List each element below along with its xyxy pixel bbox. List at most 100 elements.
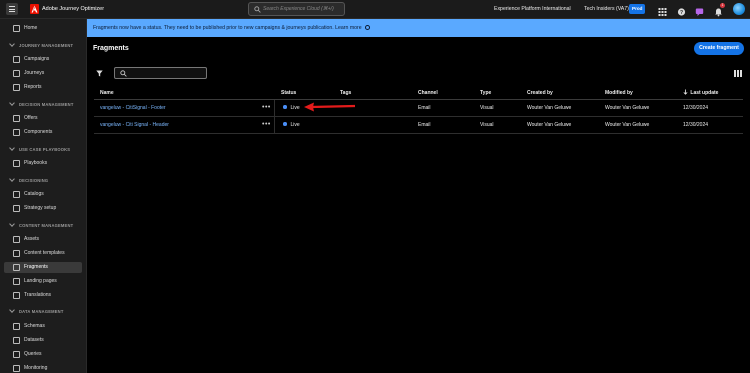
sidebar-item-landing-pages[interactable]: Landing pages [4,276,82,287]
section-content-management[interactable]: CONTENT MANAGEMENT [9,221,74,230]
section-label: DECISIONING [19,178,49,183]
feedback-icon[interactable] [695,4,704,16]
section-journey-management[interactable]: JOURNEY MANAGEMENT [9,41,74,50]
adobe-logo-icon [30,4,39,14]
chevron-down-icon [9,221,15,227]
catalog-icon [13,191,20,198]
status-label: Live [290,122,300,128]
svg-text:?: ? [680,10,683,16]
sidebar-item-label: Schemas [24,323,45,329]
section-label: CONTENT MANAGEMENT [19,223,74,228]
fragment-name-link[interactable]: vangeluw - Citi Signal - Header [100,117,169,133]
section-data-management[interactable]: DATA MANAGEMENT [9,307,64,316]
filter-icon[interactable] [96,70,103,77]
chevron-down-icon [9,145,15,151]
sidebar-item-fragments[interactable]: Fragments [4,262,82,273]
dataset-icon [13,337,20,344]
offer-icon [13,115,20,122]
column-header-type[interactable]: Type [480,89,491,98]
last-update-cell: 12/30/2024 [683,105,709,111]
sidebar-item-translations[interactable]: Translations [4,290,82,301]
more-actions-icon[interactable]: ••• [262,100,271,116]
sidebar-item-label: Translations [24,292,52,298]
sidebar-item-strategy-setup[interactable]: Strategy setup [4,203,82,214]
sidebar-item-label: Content templates [24,250,65,256]
translation-icon [13,292,20,299]
sidebar-item-queries[interactable]: Queries [4,349,82,360]
last-update-cell: 12/30/2024 [683,122,709,128]
page-title: Fragments [93,45,129,52]
sidebar-item-components[interactable]: Components [4,127,82,138]
sandbox-switcher[interactable]: Tech Insiders (VA7) [584,4,629,14]
status-dot-icon [283,105,287,109]
sidebar-item-campaigns[interactable]: Campaigns [4,54,82,65]
banner-message[interactable]: Fragments now have a status. They need t… [93,25,362,31]
column-header-modified-by[interactable]: Modified by [605,89,633,98]
column-settings-icon[interactable] [734,70,742,77]
monitoring-icon [13,365,20,372]
sidebar-item-catalogs[interactable]: Catalogs [4,189,82,200]
schema-icon [13,323,20,330]
sidebar-item-home[interactable]: Home [4,23,82,34]
column-header-status[interactable]: Status [281,89,296,98]
type-cell: Visual [480,105,494,111]
user-avatar[interactable] [733,3,745,15]
column-header-last-update[interactable]: Last update [683,89,718,98]
sidebar-item-content-templates[interactable]: Content templates [4,248,82,259]
sidebar-item-schemas[interactable]: Schemas [4,321,82,332]
column-header-tags[interactable]: Tags [340,89,351,98]
column-header-channel[interactable]: Channel [418,89,438,98]
sidebar-item-label: Catalogs [24,191,44,197]
org-switcher[interactable]: Experience Platform International [494,4,571,14]
sidebar-item-datasets[interactable]: Datasets [4,335,82,346]
sidebar-item-label: Strategy setup [24,205,57,211]
section-use-case-playbooks[interactable]: USE CASE PLAYBOOKS [9,145,71,154]
column-header-name[interactable]: Name [100,89,114,98]
sidebar-item-monitoring[interactable]: Monitoring [4,363,82,373]
fragment-name-link[interactable]: vangeluw - CitiSignal - Footer [100,100,166,116]
sidebar-item-assets[interactable]: Assets [4,234,82,245]
help-icon[interactable]: ? [677,4,686,16]
section-label: DECISION MANAGEMENT [19,102,74,107]
home-icon [13,25,20,32]
type-cell: Visual [480,122,494,128]
table-row[interactable]: vangeluw - Citi Signal - Header ••• Live… [94,117,743,133]
assets-icon [13,236,20,243]
modified-by-cell: Wouter Van Geluwe [605,122,650,128]
info-icon[interactable] [364,25,370,30]
campaign-icon [13,56,20,63]
status-cell: Live [283,100,300,116]
sidebar-item-label: Landing pages [24,278,57,284]
search-placeholder: Search Experience Cloud (⌘+/) [263,6,334,12]
sidebar-item-label: Datasets [24,337,44,343]
apps-grid-icon[interactable] [658,4,667,16]
sidebar-item-label: Queries [24,351,42,357]
status-dot-icon [283,122,287,126]
sidebar-item-label: Fragments [24,264,48,270]
sidebar-item-offers[interactable]: Offers [4,113,82,124]
fragment-search-input[interactable] [114,67,207,79]
section-label: JOURNEY MANAGEMENT [19,43,74,48]
section-label: USE CASE PLAYBOOKS [19,147,71,152]
section-label: DATA MANAGEMENT [19,309,64,314]
sidebar-item-journeys[interactable]: Journeys [4,68,82,79]
create-fragment-button[interactable]: Create fragment [694,42,744,55]
sidebar-item-label: Components [24,129,53,135]
sidebar-item-playbooks[interactable]: Playbooks [4,158,82,169]
more-actions-icon[interactable]: ••• [262,117,271,133]
sidebar-item-reports[interactable]: Reports [4,82,82,93]
hamburger-menu-icon[interactable] [6,3,18,15]
global-search[interactable]: Search Experience Cloud (⌘+/) [248,2,345,16]
template-icon [13,250,20,257]
playbook-icon [13,160,20,167]
app-title[interactable]: Adobe Journey Optimizer [42,4,104,14]
section-decisioning[interactable]: DECISIONING [9,176,49,185]
chevron-down-icon [9,176,15,182]
sidebar-item-label: Assets [24,236,40,242]
section-decision-management[interactable]: DECISION MANAGEMENT [9,100,74,109]
sort-arrow-down-icon [683,89,688,95]
info-banner: Fragments now have a status. They need t… [87,19,750,37]
sticky-column-divider [274,100,275,133]
column-header-created-by[interactable]: Created by [527,89,553,98]
table-row[interactable]: vangeluw - CitiSignal - Footer ••• Live … [94,100,743,116]
